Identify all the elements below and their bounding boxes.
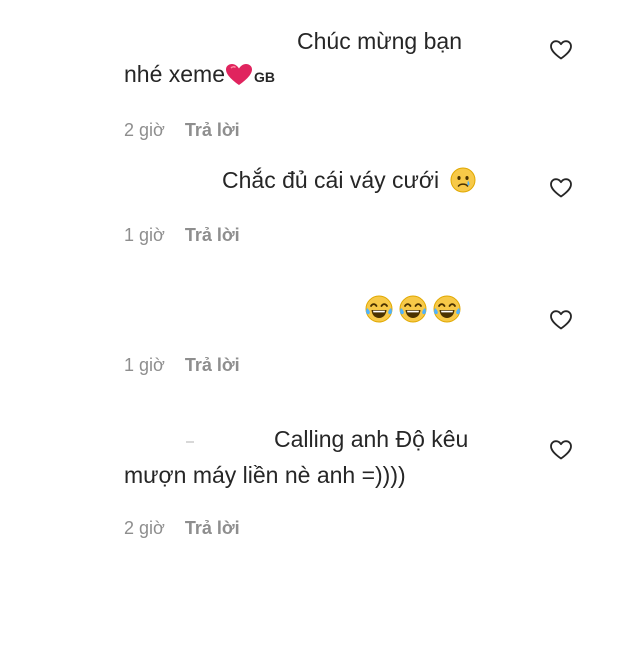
comment-text: nhé xeme xyxy=(124,61,226,87)
like-button[interactable] xyxy=(549,38,573,62)
comment-text-line-2: mượn máy liền nè anh =)))) xyxy=(124,462,406,488)
heart-outline-icon xyxy=(550,178,572,198)
comment-meta: 2 giờ Trả lời xyxy=(124,517,240,539)
comment-time: 1 giờ xyxy=(124,225,165,245)
comment-meta: 1 giờ Trả lời xyxy=(124,354,240,376)
reply-button[interactable]: Trả lời xyxy=(185,119,240,141)
crying-face-emoji-icon xyxy=(450,167,476,199)
tears-of-joy-emoji-icon xyxy=(398,294,428,330)
badge-text: GB xyxy=(254,69,276,85)
emoji-row xyxy=(364,294,462,330)
tears-of-joy-emoji-icon xyxy=(432,294,462,330)
like-button[interactable] xyxy=(549,308,573,332)
comment-text-line-1: Chắc đủ cái váy cưới xyxy=(222,166,476,199)
comment-meta: 2 giờ Trả lời xyxy=(124,119,240,141)
comment-meta: 1 giờ Trả lời xyxy=(124,224,240,246)
comment-time: 2 giờ xyxy=(124,120,165,140)
reply-button[interactable]: Trả lời xyxy=(185,354,240,376)
reply-button[interactable]: Trả lời xyxy=(185,517,240,539)
comment-time: 1 giờ xyxy=(124,355,165,375)
comment-text-line-1: Calling anh Độ kêu xyxy=(274,426,469,452)
heart-emoji-icon xyxy=(225,63,253,87)
heart-outline-icon xyxy=(550,440,572,460)
divider-mark xyxy=(186,441,194,443)
like-button[interactable] xyxy=(549,438,573,462)
like-button[interactable] xyxy=(549,176,573,200)
comment-text-line-1: Chúc mừng bạn xyxy=(297,28,462,54)
comment-list: Chúc mừng bạn nhé xeme GB 2 giờ Trả lời Ch… xyxy=(0,0,624,545)
comment-text-line-2: nhé xeme GB xyxy=(124,60,275,91)
comment-text: Chắc đủ cái váy cưới xyxy=(222,167,440,193)
heart-outline-icon xyxy=(550,310,572,330)
tears-of-joy-emoji-icon xyxy=(364,294,394,330)
heart-outline-icon xyxy=(550,40,572,60)
reply-button[interactable]: Trả lời xyxy=(185,224,240,246)
comment-time: 2 giờ xyxy=(124,518,165,538)
